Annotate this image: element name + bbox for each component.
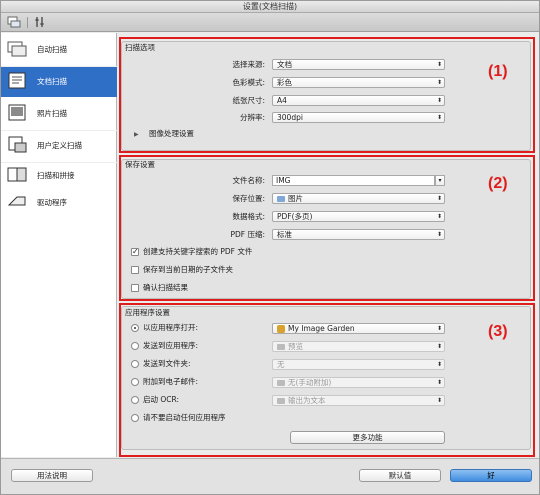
document-scan-icon	[8, 72, 26, 89]
help-button[interactable]: 用法说明	[11, 469, 93, 482]
sidebar-item-scan-stitch[interactable]: 扫描和拼接	[1, 161, 117, 191]
driver-icon	[7, 196, 26, 206]
scan-from-computer-icon[interactable]	[7, 16, 21, 28]
window-title: 设置(文档扫描)	[1, 1, 539, 13]
custom-scan-icon	[8, 136, 27, 153]
callout-label-2: (2)	[488, 175, 508, 192]
defaults-button[interactable]: 默认值	[359, 469, 441, 482]
ok-button[interactable]: 好	[450, 469, 532, 482]
sidebar-item-auto-scan[interactable]: 自动扫描	[1, 35, 117, 65]
sidebar-item-photo-scan[interactable]: 照片扫描	[1, 99, 117, 129]
auto-scan-icon	[7, 41, 27, 57]
sidebar-item-driver[interactable]: 驱动程序	[1, 188, 117, 218]
toolbar	[1, 13, 539, 32]
scan-stitch-icon	[7, 167, 27, 182]
sidebar-item-label: 用户定义扫描	[37, 141, 82, 150]
callout-label-3: (3)	[488, 323, 508, 340]
callout-box-1	[119, 37, 535, 153]
callout-box-2	[119, 155, 535, 301]
toolbar-separator	[27, 17, 28, 28]
sidebar: 自动扫描 文档扫描 照片扫描 用户定义扫描 扫描和拼接 驱动程序	[1, 33, 117, 457]
sidebar-item-document-scan[interactable]: 文档扫描	[1, 67, 117, 97]
sidebar-item-label: 自动扫描	[37, 45, 67, 54]
general-settings-icon[interactable]	[33, 16, 47, 28]
sidebar-item-label: 照片扫描	[37, 109, 67, 118]
photo-scan-icon	[8, 104, 26, 121]
sidebar-item-label: 驱动程序	[37, 198, 67, 207]
sidebar-item-custom-scan[interactable]: 用户定义扫描	[1, 131, 117, 161]
callout-label-1: (1)	[488, 63, 508, 80]
sidebar-item-label: 文档扫描	[37, 77, 67, 86]
sidebar-item-label: 扫描和拼接	[37, 171, 75, 180]
callout-box-3	[119, 303, 535, 457]
settings-window: 设置(文档扫描) 自动扫描 文档扫描 照片扫描 用户定义扫描 扫描和拼接 驱动程…	[0, 0, 540, 495]
